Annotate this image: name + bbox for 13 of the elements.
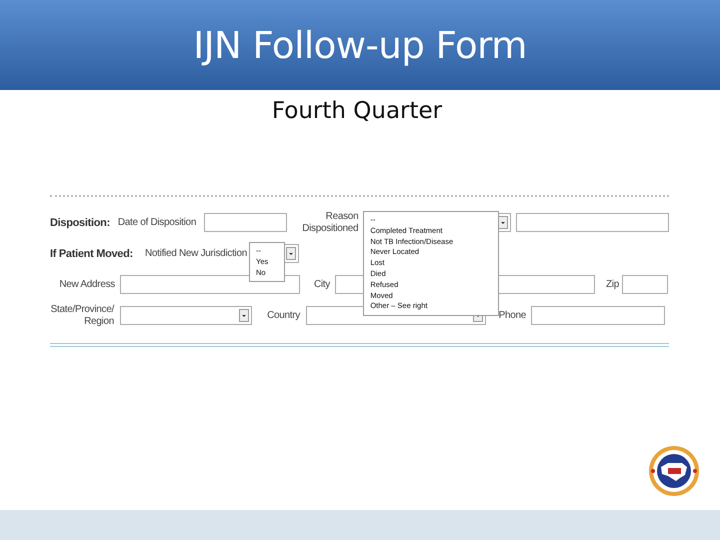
field-label: State/Province/ Region <box>50 304 114 328</box>
field-label: Phone <box>498 310 526 322</box>
field-label: Date of Disposition <box>118 216 198 228</box>
field-label: Notified New Jurisdiction <box>145 248 248 260</box>
section-heading: Disposition: <box>50 216 111 228</box>
section-heading: If Patient Moved: <box>50 248 134 260</box>
slide-subtitle: Fourth Quarter <box>272 98 442 126</box>
field-label: Reason Dispositioned <box>301 210 358 234</box>
slide-title: IJN Follow-up Form <box>193 24 527 66</box>
field-label: City <box>312 278 330 290</box>
field-label: New Address <box>58 278 115 290</box>
field-label: Country <box>266 310 300 322</box>
field-label: Zip <box>605 278 619 290</box>
